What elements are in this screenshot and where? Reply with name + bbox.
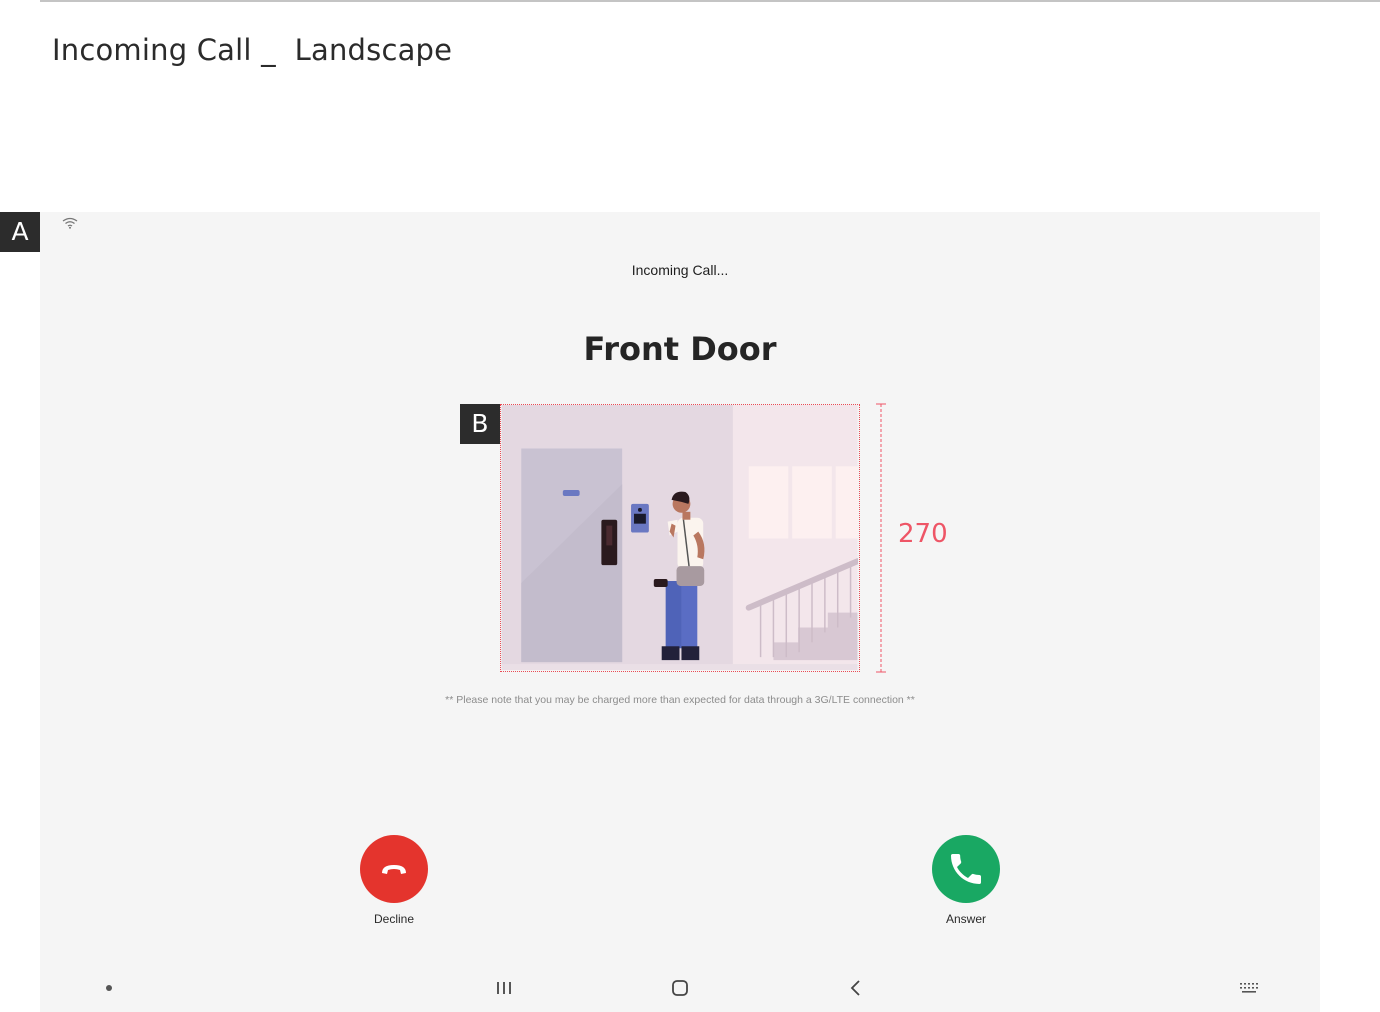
answer-button[interactable] [932, 835, 1000, 903]
height-dimension-line [876, 403, 886, 673]
annotation-marker-a: A [0, 212, 40, 252]
height-annotation: 270 [898, 519, 948, 549]
answer-label: Answer [945, 912, 986, 926]
keyboard-icon[interactable] [1238, 980, 1260, 996]
wifi-icon [62, 217, 78, 229]
data-charge-notice: ** Please note that you may be charged m… [445, 694, 915, 706]
doorbell-illustration [501, 405, 858, 670]
phone-icon [951, 854, 981, 884]
hang-up-icon [382, 865, 406, 874]
top-divider [40, 0, 1380, 2]
recents-icon[interactable] [494, 980, 514, 996]
call-status-text: Incoming Call... [631, 262, 729, 278]
decline-button[interactable] [360, 835, 428, 903]
decline-label: Decline [373, 912, 415, 926]
caller-name: Front Door [583, 330, 777, 368]
page-title: Incoming Call _ Landscape [52, 33, 453, 67]
back-icon[interactable] [848, 978, 864, 998]
doorbell-preview-image [500, 404, 860, 672]
dot-icon [106, 985, 112, 991]
home-icon[interactable] [670, 978, 690, 998]
annotation-marker-b: B [460, 404, 500, 444]
